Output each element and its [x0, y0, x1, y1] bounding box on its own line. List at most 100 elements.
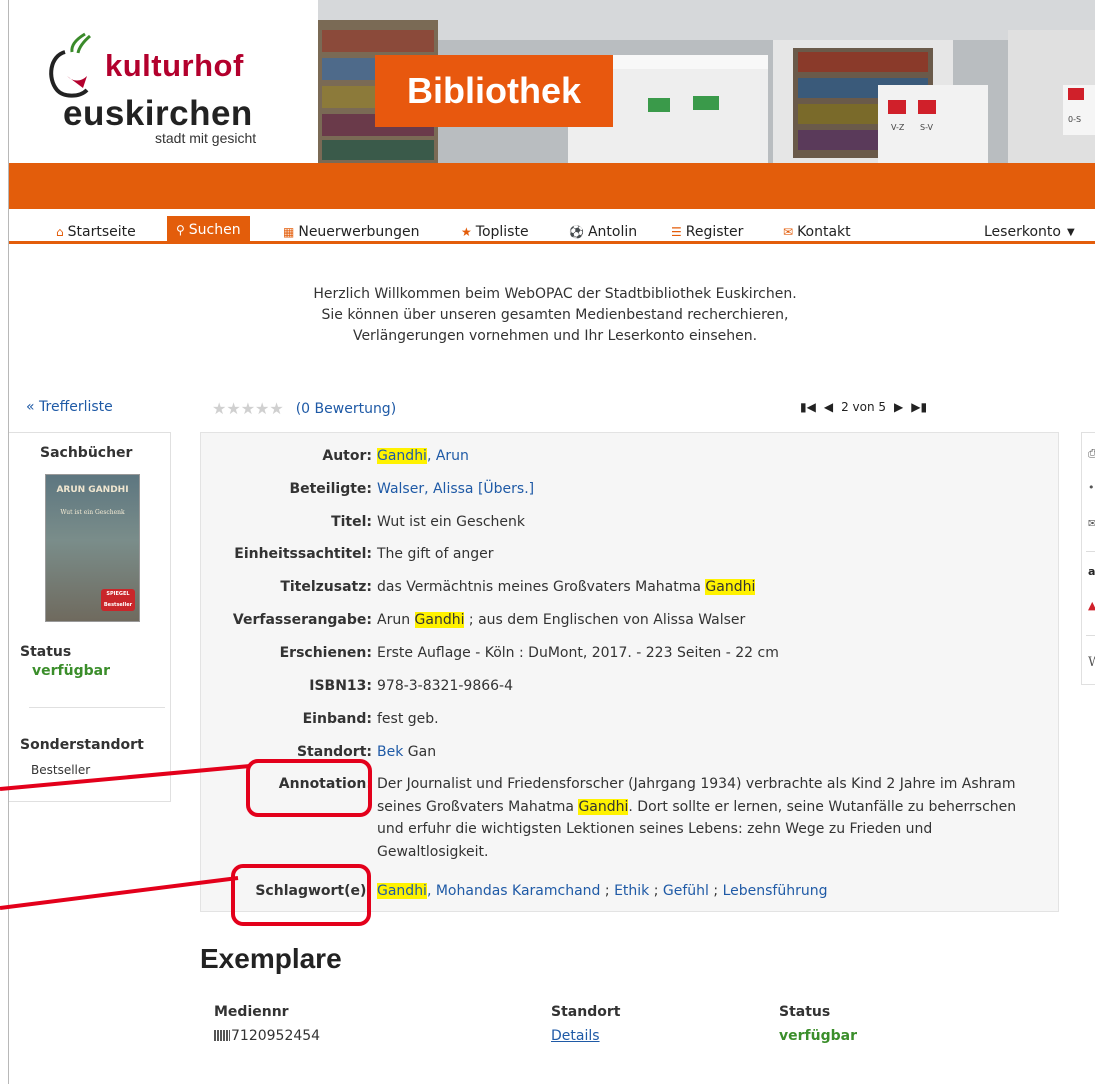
- nav-register[interactable]: ☰ Register: [671, 221, 743, 243]
- titelzusatz-text: das Vermächtnis meines Großvaters Mahatm…: [377, 579, 706, 595]
- annotation-value: Der Journalist und Friedensforscher (Jah…: [377, 773, 1047, 863]
- exemplare-title: Exemplare: [200, 943, 342, 974]
- exemplar-status: verfügbar: [779, 1028, 857, 1044]
- autor-label: Autor:: [322, 448, 372, 464]
- warning-icon[interactable]: ▲: [1088, 599, 1095, 612]
- standort-link[interactable]: Bek: [377, 744, 403, 760]
- schlagwort-gandhi-link[interactable]: Gandhi, Mohandas Karamchand: [377, 883, 600, 899]
- autor-link[interactable]: Gandhi, Arun: [377, 448, 469, 464]
- standort-value: Bek Gan: [377, 741, 1047, 763]
- nav-antolin[interactable]: ⚽ Antolin: [569, 221, 637, 243]
- list-icon: ☰: [671, 225, 682, 239]
- print-icon[interactable]: ⎙: [1088, 447, 1095, 461]
- schlagwort-gandhi-rest: , Mohandas Karamchand: [426, 883, 601, 899]
- verf-post: ; aus dem Englischen von Alissa Walser: [464, 612, 746, 628]
- prev-page-icon[interactable]: ◀: [824, 400, 833, 414]
- logo-text-euskirchen: euskirchen: [63, 94, 253, 133]
- status-label: Status: [20, 644, 72, 660]
- standort-details-link[interactable]: Details: [551, 1028, 600, 1044]
- schlagwort-ethik-link[interactable]: Ethik: [614, 883, 649, 899]
- mediennr-cell: 7120952454: [214, 1028, 320, 1044]
- schlagwort-sep-3: ;: [708, 883, 723, 899]
- isbn-label: ISBN13:: [309, 678, 372, 694]
- nav-kontakt[interactable]: ✉ Kontakt: [783, 221, 851, 243]
- main-navigation: ⌂ Startseite ⚲ Suchen ▦ Neuerwerbungen ★…: [9, 209, 1095, 244]
- schlagworte-value: Gandhi, Mohandas Karamchand ; Ethik ; Ge…: [377, 880, 1047, 902]
- rating-stars-icon[interactable]: ★★★★★: [212, 399, 284, 418]
- ball-icon: ⚽: [569, 225, 584, 239]
- nav-kontakt-label: Kontakt: [797, 224, 851, 240]
- sonderstandort-label: Sonderstandort: [20, 737, 144, 753]
- titelzusatz-highlight: Gandhi: [705, 579, 756, 595]
- nav-antolin-label: Antolin: [587, 224, 638, 240]
- titel-label: Titel:: [331, 514, 372, 530]
- beteiligte-label: Beteiligte:: [289, 481, 372, 497]
- autor-value: Gandhi, Arun: [377, 445, 1047, 467]
- schlagwort-gefuehl-link[interactable]: Gefühl: [663, 883, 709, 899]
- nav-startseite-label: Startseite: [67, 224, 136, 240]
- sonderstandort-value: Bestseller: [31, 763, 91, 777]
- rating-count-link[interactable]: (0 Bewertung): [296, 401, 396, 417]
- beteiligte-link[interactable]: Walser, Alissa [Übers.]: [377, 481, 534, 497]
- nav-neuerwerbungen-label: Neuerwerbungen: [298, 224, 420, 240]
- book-cover-image[interactable]: ARUN GANDHI Wut ist ein Geschenk SPIEGEL…: [45, 474, 140, 622]
- header-orange-band: [9, 163, 1095, 209]
- tools-divider-1: [1086, 551, 1095, 552]
- einband-label: Einband:: [302, 711, 372, 727]
- autor-rest: , Arun: [426, 448, 469, 464]
- schlagwort-lebensfuehrung-link[interactable]: Lebensführung: [723, 883, 828, 899]
- wikipedia-icon[interactable]: W: [1088, 655, 1095, 670]
- welcome-line-2: Sie können über unseren gesamten Medienb…: [321, 307, 789, 323]
- mail-icon[interactable]: ✉: [1088, 517, 1095, 530]
- welcome-line-3: Verlängerungen vornehmen und Ihr Leserko…: [352, 328, 758, 344]
- shelf-label-0s: 0-S: [1068, 115, 1081, 124]
- logo-mark-icon: [49, 32, 91, 98]
- nav-topliste-label: Topliste: [475, 224, 529, 240]
- nav-leserkonto-label: Leserkonto: [984, 224, 1061, 240]
- next-page-icon[interactable]: ▶: [894, 400, 903, 414]
- cover-title: Wut ist ein Geschenk: [60, 509, 125, 516]
- barcode-icon: [214, 1030, 230, 1041]
- schlagwort-highlight: Gandhi: [377, 883, 427, 899]
- nav-suchen[interactable]: ⚲ Suchen: [167, 216, 250, 244]
- bookmark-icon[interactable]: •: [1088, 481, 1095, 494]
- trefferliste-link[interactable]: « Trefferliste: [26, 399, 113, 415]
- nav-topliste[interactable]: ★ Topliste: [461, 221, 529, 243]
- nav-leserkonto-dropdown[interactable]: Leserkonto ▼: [984, 221, 1075, 243]
- last-page-icon[interactable]: ▶▮: [911, 400, 927, 414]
- titelzusatz-value: das Vermächtnis meines Großvaters Mahatm…: [377, 576, 1047, 598]
- first-page-icon[interactable]: ▮◀: [800, 400, 816, 414]
- nav-startseite[interactable]: ⌂ Startseite: [56, 221, 136, 243]
- verf-pre: Arun: [377, 612, 415, 628]
- col-standort-header: Standort: [551, 1004, 621, 1020]
- tools-panel: ⎙ • ✉ a ▲ W: [1081, 432, 1095, 685]
- bibliothek-banner-title: Bibliothek: [375, 55, 613, 127]
- einheitssachtitel-label: Einheitssachtitel:: [234, 546, 372, 562]
- schlagwort-sep-2: ;: [649, 883, 663, 899]
- nav-neuerwerbungen[interactable]: ▦ Neuerwerbungen: [283, 221, 420, 243]
- erschienen-label: Erschienen:: [279, 645, 372, 661]
- shelf-label-sv: S-V: [920, 123, 933, 132]
- autor-highlight: Gandhi: [377, 448, 427, 464]
- annotation-highlight: Gandhi: [578, 798, 629, 815]
- result-pager: ▮◀ ◀ 2 von 5 ▶ ▶▮: [796, 400, 931, 414]
- einheitssachtitel-value: The gift of anger: [377, 546, 494, 562]
- einband-value: fest geb.: [377, 711, 439, 727]
- cover-bestseller-badge: SPIEGEL Bestseller: [101, 589, 135, 611]
- erschienen-value: Erste Auflage - Köln : DuMont, 2017. - 2…: [377, 645, 779, 661]
- cover-author: ARUN GANDHI: [56, 485, 129, 495]
- isbn-value: 978-3-8321-9866-4: [377, 678, 514, 694]
- titelzusatz-label: Titelzusatz:: [280, 579, 372, 595]
- col-status-header: Status: [779, 1004, 831, 1020]
- star-icon: ★: [461, 225, 472, 239]
- standort-rest: Gan: [403, 744, 437, 760]
- envelope-icon: ✉: [783, 225, 794, 239]
- amazon-icon[interactable]: a: [1088, 565, 1095, 578]
- nav-register-label: Register: [685, 224, 744, 240]
- caret-down-icon: ▼: [1066, 226, 1075, 238]
- calendar-icon: ▦: [283, 225, 295, 239]
- search-icon: ⚲: [176, 223, 185, 237]
- kulturhof-logo[interactable]: kulturhof euskirchen stadt mit gesicht: [9, 0, 309, 163]
- media-category: Sachbücher: [40, 445, 133, 461]
- status-value: verfügbar: [32, 663, 110, 679]
